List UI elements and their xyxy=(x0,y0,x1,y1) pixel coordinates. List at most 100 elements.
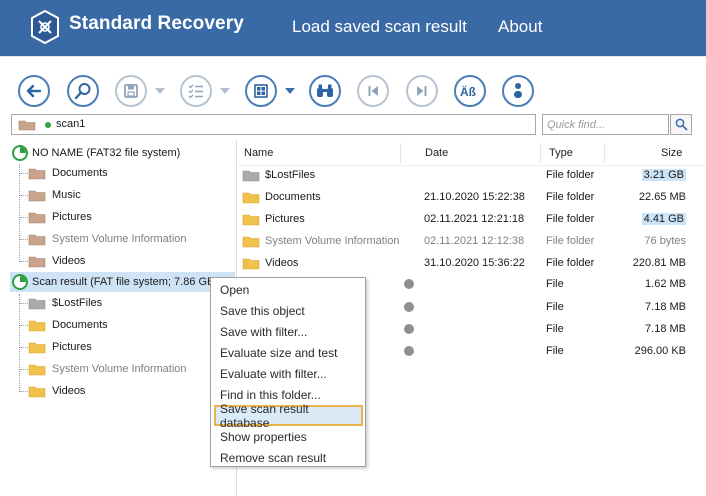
file-date: 21.10.2020 15:22:38 xyxy=(424,191,525,203)
menu-item-save-this-object[interactable]: Save this object xyxy=(214,300,363,321)
tree-item-label: Pictures xyxy=(52,341,92,353)
menu-item-open[interactable]: Open xyxy=(214,279,363,300)
tree-root-label: NO NAME (FAT32 file system) xyxy=(32,147,181,159)
tree-item-label: Pictures xyxy=(52,211,92,223)
back-button[interactable] xyxy=(18,75,50,107)
save-dropdown-arrow[interactable] xyxy=(155,88,165,94)
file-status-dot xyxy=(404,279,414,289)
tree-item-label: Documents xyxy=(52,167,108,179)
folder-icon xyxy=(28,342,46,353)
previous-icon xyxy=(368,86,378,96)
folder-icon xyxy=(242,192,260,203)
file-date: 31.10.2020 15:36:22 xyxy=(424,257,525,269)
menu-item-save-scan-result-database[interactable]: Save scan result database xyxy=(214,402,363,430)
file-name: Pictures xyxy=(265,213,305,225)
search-icon xyxy=(675,118,687,131)
file-status-dot xyxy=(404,346,414,356)
file-size: 220.81 MB xyxy=(632,257,686,269)
quick-find-input[interactable] xyxy=(547,116,667,134)
tree-root-scan-result[interactable]: Scan result (FAT file system; 7.86 GB) xyxy=(12,272,218,292)
column-header-name[interactable]: Name xyxy=(244,143,273,163)
file-date: 02.11.2021 12:12:38 xyxy=(424,235,525,247)
tree-item-label: System Volume Information xyxy=(52,233,187,245)
quick-find-box xyxy=(542,114,669,135)
column-header-size[interactable]: Size xyxy=(661,143,682,163)
status-dot xyxy=(45,122,51,128)
file-type: File folder xyxy=(546,191,595,203)
about-link[interactable]: About xyxy=(498,17,542,37)
file-name: Documents xyxy=(265,191,321,203)
binoculars-button[interactable] xyxy=(309,75,341,107)
folder-icon xyxy=(28,190,46,201)
tree-item-label: Music xyxy=(52,189,81,201)
file-type: File xyxy=(546,345,564,357)
folder-icon xyxy=(28,256,46,267)
folder-icon xyxy=(28,386,46,397)
menu-item-evaluate-with-filter[interactable]: Evaluate with filter... xyxy=(214,363,363,384)
tree-item-label: System Volume Information xyxy=(52,363,187,375)
file-size: 4.41 GB xyxy=(641,213,686,225)
file-size: 3.21 GB xyxy=(641,169,686,181)
file-size: 7.18 MB xyxy=(645,323,686,335)
tree-root-no-name[interactable]: NO NAME (FAT32 file system) xyxy=(12,143,180,163)
previous-button[interactable] xyxy=(357,75,389,107)
select-button[interactable] xyxy=(180,75,212,107)
folder-icon xyxy=(242,170,260,181)
select-dropdown-arrow[interactable] xyxy=(220,88,230,94)
info-icon xyxy=(514,83,522,98)
find-button[interactable] xyxy=(67,75,99,107)
svg-text:Äß: Äß xyxy=(460,84,476,99)
menu-item-evaluate-size-and-test[interactable]: Evaluate size and test xyxy=(214,342,363,363)
tree-item-documents[interactable]: Documents xyxy=(28,163,108,183)
tree-item-videos[interactable]: Videos xyxy=(28,251,85,271)
file-type: File folder xyxy=(546,213,595,225)
file-name: Videos xyxy=(265,257,299,269)
file-type: File xyxy=(546,278,564,290)
binoculars-icon xyxy=(317,84,333,97)
view-button[interactable] xyxy=(245,75,277,107)
file-size: 76 bytes xyxy=(644,235,686,247)
load-saved-scan-link[interactable]: Load saved scan result xyxy=(292,17,467,37)
tree-item-system-volume-information[interactable]: System Volume Information xyxy=(28,359,187,379)
app-logo-icon xyxy=(31,10,59,44)
quick-find-button[interactable] xyxy=(670,114,692,135)
back-icon xyxy=(26,84,42,98)
menu-item-save-with-filter[interactable]: Save with filter... xyxy=(214,321,363,342)
menu-item-remove-scan-result[interactable]: Remove scan result xyxy=(214,447,363,468)
toolbar: Äß xyxy=(0,56,706,112)
file-date: 02.11.2021 12:21:18 xyxy=(424,213,525,225)
file-name: System Volume Information xyxy=(265,235,400,247)
file-status-dot xyxy=(404,324,414,334)
next-icon xyxy=(417,86,427,96)
font-button[interactable]: Äß xyxy=(454,75,486,107)
tree-item-documents[interactable]: Documents xyxy=(28,315,108,335)
folder-icon xyxy=(28,320,46,331)
tree-item-music[interactable]: Music xyxy=(28,185,81,205)
path-text: scan1 xyxy=(56,118,86,130)
view-dropdown-arrow[interactable] xyxy=(285,88,295,94)
info-button[interactable] xyxy=(502,75,534,107)
file-status-dot xyxy=(404,302,414,312)
tree-item-pictures[interactable]: Pictures xyxy=(28,207,92,227)
view-grid-icon xyxy=(254,84,268,98)
checklist-icon xyxy=(188,84,203,99)
column-header-date[interactable]: Date xyxy=(425,143,448,163)
save-button[interactable] xyxy=(115,75,147,107)
file-size: 7.18 MB xyxy=(645,301,686,313)
tree-item-videos[interactable]: Videos xyxy=(28,381,85,401)
path-bar[interactable]: scan1 xyxy=(11,114,536,135)
next-button[interactable] xyxy=(406,75,438,107)
file-size: 1.62 MB xyxy=(645,278,686,290)
app-header: Standard Recovery Load saved scan result… xyxy=(0,0,706,56)
folder-icon xyxy=(28,234,46,245)
tree-item-lostfiles[interactable]: $LostFiles xyxy=(28,293,102,313)
folder-icon xyxy=(28,298,46,309)
drive-scan-icon xyxy=(12,145,28,161)
tree-item-pictures[interactable]: Pictures xyxy=(28,337,92,357)
tree-item-system-volume-information[interactable]: System Volume Information xyxy=(28,229,187,249)
context-menu: Open Save this object Save with filter... E… xyxy=(210,277,366,467)
file-size: 22.65 MB xyxy=(638,191,686,203)
column-header-type[interactable]: Type xyxy=(549,143,573,163)
file-size: 296.00 KB xyxy=(634,345,686,357)
menu-item-show-properties[interactable]: Show properties xyxy=(214,426,363,447)
